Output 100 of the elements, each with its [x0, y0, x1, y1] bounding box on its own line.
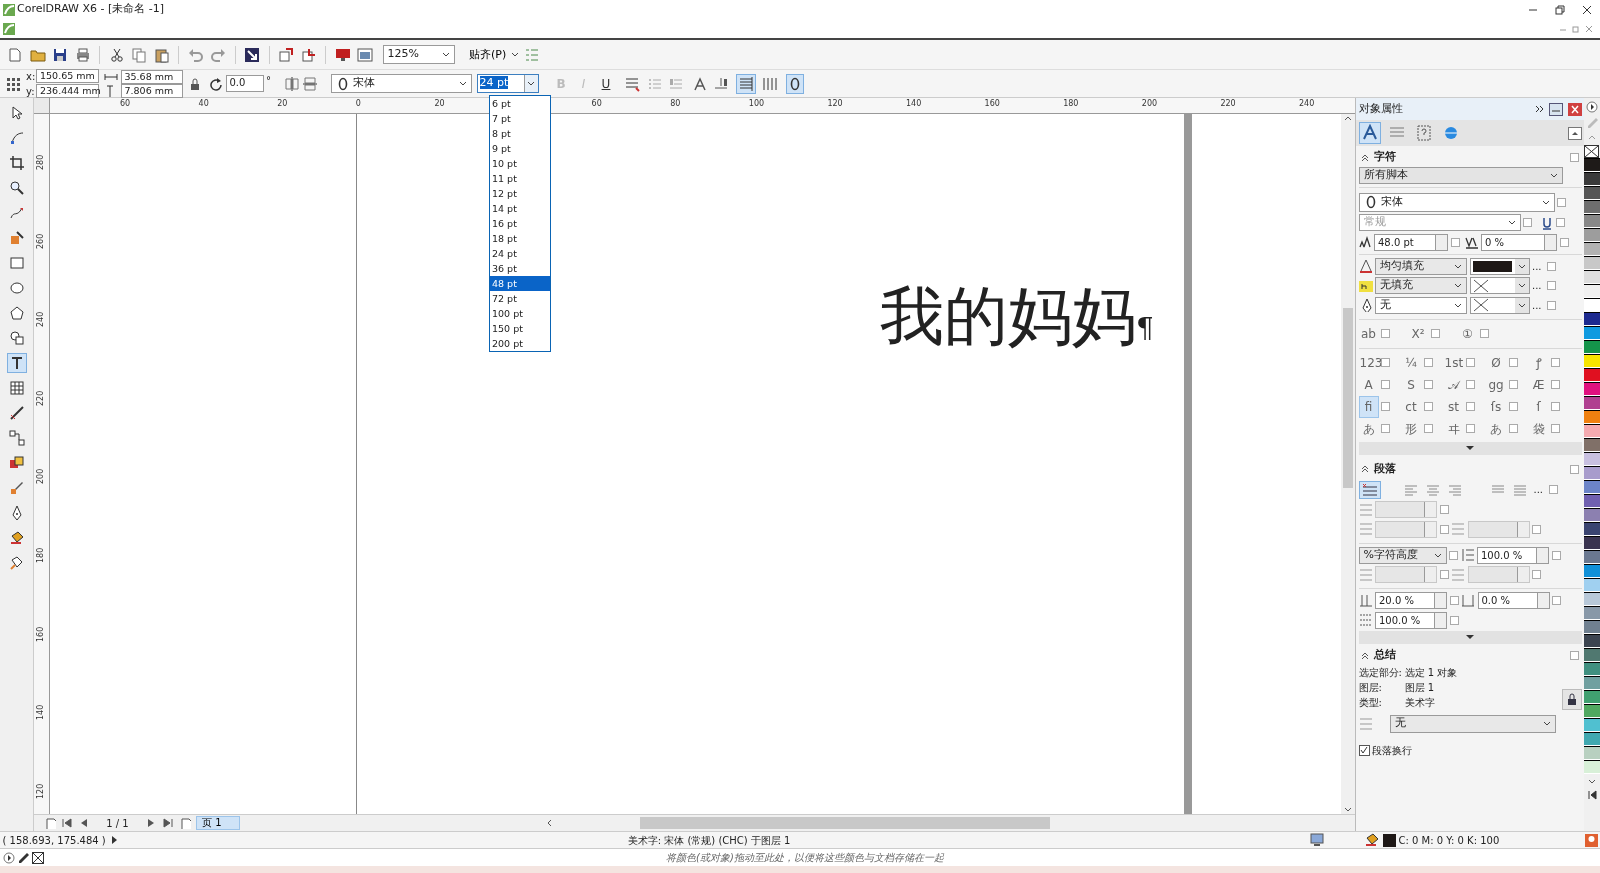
section-title[interactable]: 总结: [1374, 647, 1396, 664]
ruler-label: 0: [355, 100, 361, 108]
menu-item[interactable]: 16 pt: [490, 216, 550, 231]
ruler-label: 140: [37, 704, 45, 721]
script-dropdown[interactable]: 所有脚本: [1358, 166, 1563, 184]
menu-item[interactable]: 18 pt: [490, 231, 550, 246]
ruler-label: 20: [277, 100, 288, 108]
rotation-field[interactable]: 0.0: [225, 75, 264, 92]
opentype-feature-button[interactable]: 𝒜: [1443, 373, 1464, 396]
opentype-feature-button[interactable]: ꝭ: [1528, 351, 1549, 374]
opentype-feature-button[interactable]: ſs: [1486, 395, 1506, 418]
font-size-dropdown[interactable]: 24 pt: [476, 74, 539, 93]
ruler-label: 280: [37, 154, 45, 170]
ruler-label: 120: [827, 100, 843, 108]
opentype-feature-button[interactable]: ①: [1457, 322, 1478, 345]
section-title[interactable]: 段落: [1374, 460, 1396, 478]
opentype-feature-button[interactable]: ヰ: [1443, 417, 1464, 440]
menu-item[interactable]: 36 pt: [490, 261, 550, 276]
word-spacing-field[interactable]: 0.0 %: [1477, 592, 1550, 609]
opentype-feature-button[interactable]: 形: [1401, 417, 1421, 440]
ruler-label: 240: [37, 311, 45, 328]
summary-label: 图层:: [1358, 680, 1383, 695]
page-count: 1 / 1: [105, 816, 130, 831]
ruler-label: 180: [1063, 100, 1079, 108]
opentype-feature-button[interactable]: あ: [1486, 417, 1506, 440]
summary-value: 选定 1 对象: [1404, 665, 1458, 680]
font-dropdown[interactable]: 宋体: [1358, 192, 1555, 212]
y-label: y:: [26, 84, 36, 99]
kerning-field[interactable]: 0 %: [1481, 233, 1557, 251]
spacing-unit-dropdown[interactable]: %字符高度: [1358, 546, 1447, 564]
opentype-feature-button[interactable]: 袋: [1528, 417, 1549, 440]
opentype-feature-button[interactable]: fi: [1358, 395, 1379, 418]
opentype-feature-button[interactable]: ct: [1401, 395, 1421, 418]
text-wrap-dropdown[interactable]: 无: [1390, 714, 1556, 733]
artistic-text[interactable]: 我的妈妈¶: [880, 284, 1154, 348]
opentype-feature-button[interactable]: ab: [1358, 322, 1379, 345]
y-position-field[interactable]: 236.444 mm: [36, 84, 99, 98]
menu-item[interactable]: 24 pt: [490, 246, 550, 261]
x-position-field[interactable]: 150.65 mm: [36, 69, 99, 83]
menu-item[interactable]: 200 pt: [490, 336, 550, 351]
opentype-feature-button[interactable]: ¼: [1401, 351, 1421, 374]
more-button[interactable]: ...: [1533, 482, 1544, 497]
ruler-label: 140: [906, 100, 922, 108]
language-spacing-field[interactable]: 100.0 %: [1375, 611, 1447, 629]
opentype-feature-button[interactable]: ſ: [1528, 395, 1549, 418]
menu-item[interactable]: 150 pt: [490, 321, 550, 336]
page-tab[interactable]: 页 1: [196, 816, 240, 830]
cursor-coordinates: ( 158.693, 175.484 ): [2, 833, 106, 848]
palette-hint: 将颜色(或对象)拖动至此处，以便将这些颜色与文档存储在一起: [666, 851, 944, 865]
docker-title: 对象属性: [1358, 101, 1403, 117]
background-fill-dropdown[interactable]: 无填充: [1375, 277, 1467, 294]
line-spacing-field[interactable]: 100.0 %: [1477, 546, 1549, 564]
opentype-feature-button[interactable]: A: [1358, 373, 1379, 396]
ruler-label: 160: [984, 100, 1000, 108]
outline-fill-dropdown[interactable]: 无: [1375, 296, 1467, 314]
more-button[interactable]: ...: [1532, 278, 1544, 293]
menu-item[interactable]: 8 pt: [490, 126, 550, 141]
font-dropdown[interactable]: 宋体: [330, 74, 472, 93]
opentype-feature-button[interactable]: S: [1401, 373, 1421, 396]
opentype-feature-button[interactable]: 1st: [1443, 351, 1464, 374]
degree-label: °: [266, 74, 271, 88]
ruler-label: 220: [37, 390, 45, 406]
opentype-feature-button[interactable]: X²: [1408, 322, 1428, 345]
menu-item[interactable]: 72 pt: [490, 291, 550, 306]
snap-button[interactable]: 贴齐(P): [467, 47, 522, 62]
opentype-feature-button[interactable]: Ø: [1486, 351, 1506, 374]
summary-value: 图层 1: [1404, 680, 1435, 695]
menu-item[interactable]: 6 pt: [490, 96, 550, 111]
text-style-button[interactable]: U: [596, 75, 616, 92]
summary-label: 选定部分:: [1358, 665, 1403, 680]
opentype-feature-button[interactable]: あ: [1358, 417, 1379, 440]
ruler-label: 60: [120, 100, 131, 108]
menu-item[interactable]: 11 pt: [490, 171, 550, 186]
section-title[interactable]: 字符: [1374, 149, 1396, 166]
ruler-label: 180: [37, 547, 45, 563]
ruler-label: 260: [37, 233, 45, 249]
menu-item[interactable]: 10 pt: [490, 156, 550, 171]
ruler-label: 120: [37, 783, 45, 799]
more-button[interactable]: ...: [1532, 297, 1544, 313]
summary-label: 类型:: [1358, 695, 1383, 710]
font-size-field[interactable]: 48.0 pt: [1374, 233, 1448, 251]
zoom-dropdown[interactable]: 125%: [382, 45, 455, 64]
menu-item[interactable]: 7 pt: [490, 111, 550, 126]
more-button[interactable]: ...: [1532, 258, 1544, 274]
menu-item[interactable]: 48 pt: [490, 276, 550, 291]
opentype-feature-button[interactable]: 123: [1358, 351, 1379, 374]
menu-item[interactable]: 14 pt: [490, 201, 550, 216]
text-fill-dropdown[interactable]: 均匀填充: [1375, 257, 1467, 275]
x-label: x:: [26, 69, 36, 84]
window-title: CorelDRAW X6 - [未命名 -1]: [17, 1, 165, 18]
opentype-feature-button[interactable]: gg: [1486, 373, 1506, 396]
menu-item[interactable]: 100 pt: [490, 306, 550, 321]
opentype-feature-button[interactable]: Æ: [1528, 373, 1549, 396]
checkbox-label: 段落换行: [1372, 743, 1412, 758]
fill-readout: C: 0 M: 0 Y: 0 K: 100: [1398, 833, 1500, 848]
ruler-label: 240: [1299, 100, 1315, 108]
menu-item[interactable]: 9 pt: [490, 141, 550, 156]
opentype-feature-button[interactable]: st: [1443, 395, 1464, 418]
menu-item[interactable]: 12 pt: [490, 186, 550, 201]
character-spacing-field[interactable]: 20.0 %: [1375, 592, 1447, 609]
